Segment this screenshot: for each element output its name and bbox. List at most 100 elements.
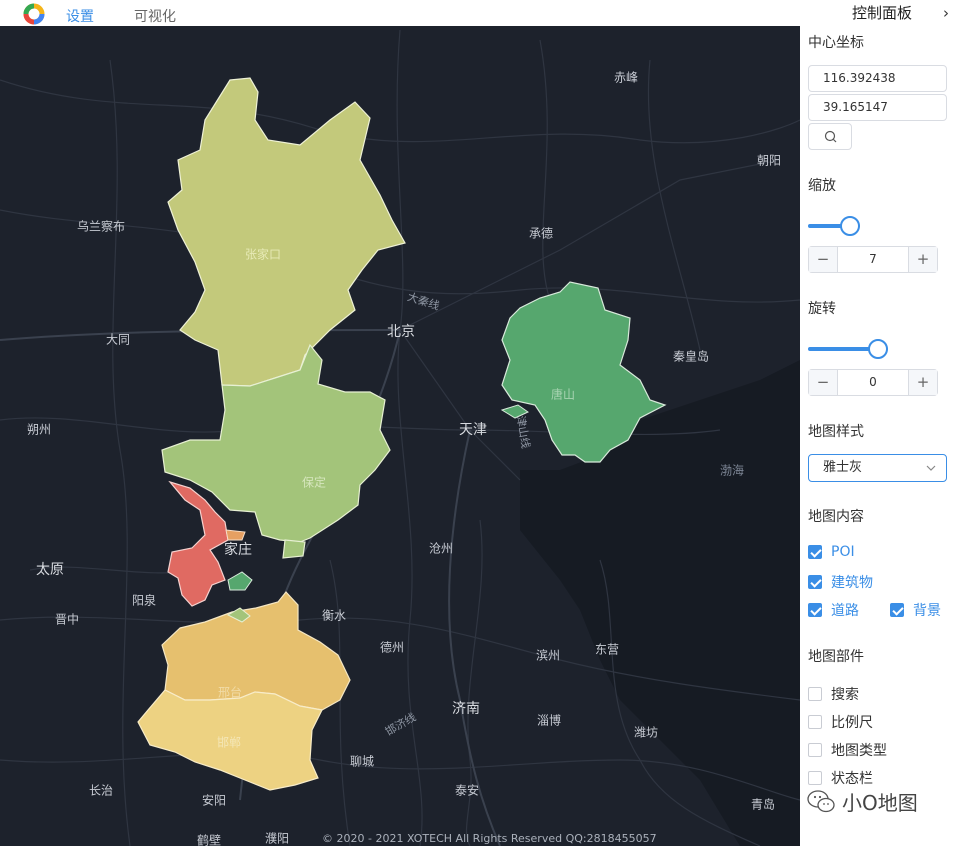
city-label-beijing: 北京	[387, 324, 415, 340]
top-navigation: 设置 可视化	[0, 0, 800, 26]
scale-part-checkbox[interactable]: 比例尺	[808, 712, 873, 732]
city-label-taiyuan: 太原	[36, 562, 64, 578]
center-search-button[interactable]	[808, 123, 852, 150]
checkbox-checked-icon	[890, 603, 904, 617]
zoom-value[interactable]: 7	[838, 247, 908, 272]
city-label-qinhuangdao: 秦皇岛	[672, 349, 710, 364]
region-label-tangshan: 唐山	[550, 387, 576, 402]
checkbox-unchecked-icon	[808, 715, 822, 729]
city-label-liaocheng: 聊城	[349, 754, 375, 769]
region-shijiazhuang[interactable]	[167, 480, 229, 607]
city-label-cangzhou: 沧州	[428, 541, 454, 556]
city-label-ulanqab: 乌兰察布	[76, 219, 126, 234]
city-label-weifang: 潍坊	[633, 725, 659, 740]
watermark-text: 小O地图	[842, 791, 918, 815]
city-label-hebi: 鹤壁	[196, 833, 222, 846]
app-logo-icon	[23, 3, 45, 25]
scale-part-checkbox-label: 比例尺	[831, 715, 873, 731]
checkbox-unchecked-icon	[808, 687, 822, 701]
region-xingtai-north[interactable]	[227, 571, 253, 591]
region-label-xingtai: 邢台	[217, 685, 243, 700]
maptype-part-checkbox[interactable]: 地图类型	[808, 740, 887, 760]
maptype-part-checkbox-label: 地图类型	[831, 743, 887, 759]
app-root: 设置 可视化 赤峰 朝阳 承德 乌兰察布 大同 北京 天津 秦皇岛 渤海 朔州 …	[0, 0, 960, 846]
city-label-puyang: 濮阳	[264, 831, 290, 846]
panel-collapse-chevron-right-icon[interactable]: ›	[943, 4, 949, 22]
checkbox-unchecked-icon	[808, 743, 822, 757]
city-label-dezhou: 德州	[379, 640, 405, 655]
city-label-zibo: 淄博	[536, 713, 562, 728]
rotate-label: 旋转	[808, 301, 836, 317]
rotate-slider-thumb[interactable]	[868, 339, 888, 359]
checkbox-checked-icon	[808, 603, 822, 617]
checkbox-unchecked-icon	[808, 771, 822, 785]
zoom-increment-button[interactable]: +	[908, 247, 937, 272]
city-label-yangquan: 阳泉	[131, 593, 157, 608]
poi-checkbox[interactable]: POI	[808, 544, 855, 560]
chevron-down-icon	[926, 465, 936, 471]
city-label-binzhou: 滨州	[535, 648, 561, 663]
zoom-slider-thumb[interactable]	[840, 216, 860, 236]
poi-checkbox-label: POI	[831, 544, 855, 560]
city-label-anyang: 安阳	[201, 793, 227, 808]
rotate-decrement-button[interactable]: −	[809, 370, 838, 395]
zoom-stepper[interactable]: − 7 +	[808, 246, 938, 273]
background-checkbox-label: 背景	[913, 603, 941, 619]
building-checkbox-label: 建筑物	[831, 575, 873, 591]
center-coordinate-label: 中心坐标	[808, 35, 864, 51]
map-style-selected: 雅士灰	[823, 460, 863, 475]
city-label-chifeng: 赤峰	[613, 70, 639, 85]
city-label-bohai: 渤海	[719, 463, 745, 478]
region-zhangjiakou[interactable]	[167, 77, 406, 387]
zoom-decrement-button[interactable]: −	[809, 247, 838, 272]
city-label-chengde: 承德	[528, 226, 554, 241]
rotate-slider[interactable]	[808, 339, 888, 359]
region-label-zhangjiakou: 张家口	[244, 247, 282, 262]
tab-visualization[interactable]: 可视化	[134, 6, 176, 26]
road-checkbox-label: 道路	[831, 603, 859, 619]
statusbar-part-checkbox-label: 状态栏	[831, 771, 873, 787]
watermark: 小O地图	[806, 787, 918, 816]
tab-settings[interactable]: 设置	[66, 6, 94, 26]
zoom-label: 缩放	[808, 178, 836, 194]
map-style-select[interactable]: 雅士灰	[808, 454, 947, 482]
road-checkbox[interactable]: 道路	[808, 600, 859, 620]
city-label-qingdao: 青岛	[750, 797, 776, 812]
city-label-jinzhong: 晋中	[54, 612, 80, 627]
region-label-handan: 邯郸	[216, 735, 242, 750]
search-icon	[824, 130, 837, 143]
center-lng-input[interactable]: 116.392438	[808, 65, 947, 92]
zoom-slider[interactable]	[808, 216, 860, 236]
map-content-label: 地图内容	[808, 509, 864, 525]
city-label-hengshui: 衡水	[321, 608, 347, 623]
region-label-baoding: 保定	[301, 475, 327, 490]
panel-title: 控制面板	[852, 4, 913, 22]
map-style-label: 地图样式	[808, 424, 864, 440]
wechat-icon	[807, 789, 835, 812]
background-checkbox[interactable]: 背景	[890, 600, 941, 620]
city-label-shuozhou: 朔州	[26, 422, 52, 437]
rotate-increment-button[interactable]: +	[908, 370, 937, 395]
city-label-tianjin: 天津	[459, 422, 487, 438]
control-panel: 控制面板 › 中心坐标 116.392438 39.165147 缩放 − 7 …	[800, 0, 960, 846]
city-label-changzhi: 长治	[88, 783, 114, 798]
city-label-chaoyang: 朝阳	[756, 153, 782, 168]
checkbox-checked-icon	[808, 575, 822, 589]
city-label-jinan: 济南	[452, 701, 480, 717]
rotate-value[interactable]: 0	[838, 370, 908, 395]
map-parts-label: 地图部件	[808, 649, 864, 665]
search-part-checkbox[interactable]: 搜索	[808, 684, 859, 704]
city-label-taian: 泰安	[454, 783, 480, 798]
map-canvas[interactable]: 赤峰 朝阳 承德 乌兰察布 大同 北京 天津 秦皇岛 渤海 朔州 太原 晋中 阳…	[0, 26, 800, 846]
checkbox-checked-icon	[808, 545, 822, 559]
center-lat-input[interactable]: 39.165147	[808, 94, 947, 121]
region-baoding-south[interactable]	[282, 539, 306, 559]
building-checkbox[interactable]: 建筑物	[808, 572, 873, 592]
city-label-shijiazhuang: 家庄	[224, 542, 252, 558]
city-label-dongying: 东营	[594, 642, 620, 657]
city-label-datong: 大同	[105, 332, 131, 347]
map-copyright: © 2020 - 2021 XOTECH All Rights Reserved…	[322, 832, 657, 845]
search-part-checkbox-label: 搜索	[831, 687, 859, 703]
statusbar-part-checkbox[interactable]: 状态栏	[808, 768, 873, 788]
rotate-stepper[interactable]: − 0 +	[808, 369, 938, 396]
